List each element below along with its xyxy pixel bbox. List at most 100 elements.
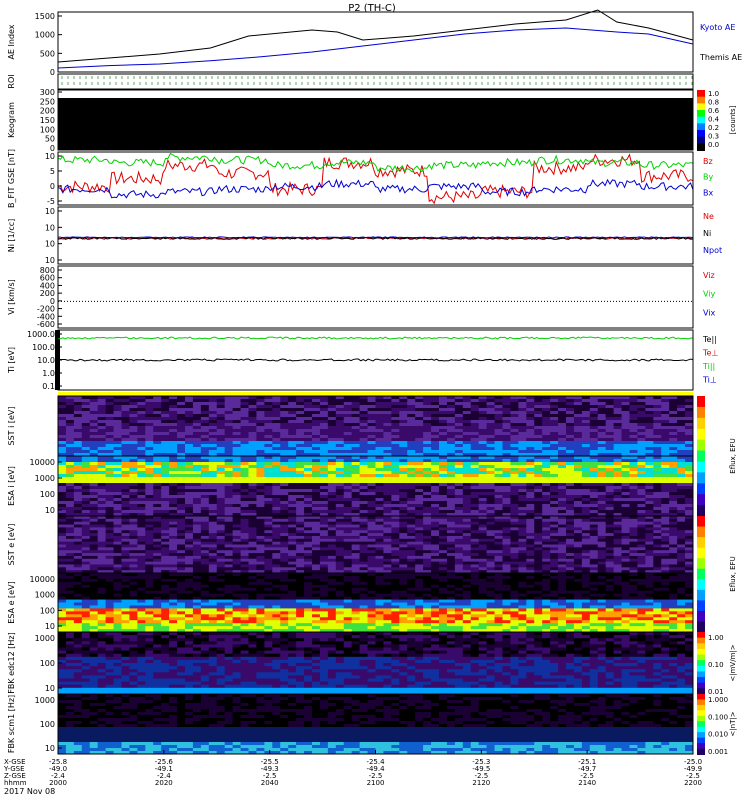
sst_e-cell — [161, 547, 170, 551]
esa_i-cell — [89, 504, 99, 508]
sst_e-cell — [407, 527, 416, 531]
sst_e-cell — [375, 567, 384, 571]
sst_i-cell — [327, 426, 337, 430]
sst_i-cell — [343, 429, 353, 433]
sst_e-cell — [343, 561, 353, 565]
esa_i-cell — [359, 474, 369, 478]
sst_i-cell — [73, 438, 83, 442]
sst_e-cell — [581, 538, 591, 543]
sst_i-cell — [367, 423, 376, 427]
esa_i-cell — [399, 510, 408, 514]
sst_e-cell — [470, 550, 480, 554]
esa_i-cell — [542, 486, 551, 490]
esa_i-cell — [351, 483, 361, 487]
sst_i-cell — [312, 402, 321, 406]
sst_e-cell — [391, 558, 400, 563]
sst_e-cell — [177, 518, 186, 523]
sst_e-cell — [462, 561, 472, 565]
sst_i-cell — [685, 405, 694, 409]
sst_i-cell — [542, 396, 551, 400]
sst_i-cell — [73, 411, 83, 415]
esa_i-cell — [312, 498, 321, 502]
sst_e-cell — [589, 558, 599, 563]
sst_i-cell — [121, 405, 130, 409]
esa_i-cell — [312, 459, 321, 463]
sst_i-cell — [605, 444, 615, 448]
sst_i-cell — [391, 432, 400, 436]
sst_i-cell — [208, 396, 218, 400]
sst_i-cell — [534, 426, 543, 430]
sst_i-cell — [542, 447, 551, 451]
sst_e-cell — [177, 527, 186, 531]
esa_i-cell — [597, 492, 607, 496]
sst_e-cell — [486, 567, 496, 571]
sst_e-cell — [296, 524, 305, 528]
esa_i-cell — [581, 510, 591, 514]
esa_i-cell — [685, 471, 694, 475]
sst_e-cell — [518, 561, 527, 565]
esa_i-cell — [399, 495, 408, 499]
ae-bg — [58, 12, 693, 72]
esa_i-cell — [121, 459, 130, 463]
sst_i-cell — [81, 396, 91, 400]
sst_i-cell — [629, 441, 638, 445]
esa_i-cell — [661, 507, 670, 511]
esa_i-cell — [113, 465, 122, 469]
sst_i-cell — [343, 450, 353, 454]
sst_i-cell — [470, 444, 480, 448]
esa_i-cell — [661, 489, 670, 493]
sst_e-cell — [89, 516, 99, 520]
sst_e-cell — [264, 530, 273, 534]
sst_i-cell — [486, 435, 496, 439]
sst_e-cell — [510, 535, 519, 540]
esa_i-cell — [304, 456, 313, 460]
sst_e-cell — [73, 521, 83, 526]
esa_i-cell — [550, 504, 559, 508]
sst_e-cell — [335, 533, 345, 537]
sst_i-cell — [446, 426, 456, 430]
sst_i-cell — [550, 402, 559, 406]
keogram-ytick: 250 — [40, 97, 55, 106]
sst_i-cell — [486, 447, 496, 451]
sst_i-cell — [597, 399, 607, 403]
esa_i-cell — [613, 489, 623, 493]
sst_e-cell — [280, 527, 289, 531]
esa_i-cell — [343, 471, 353, 475]
sst_e-cell — [280, 518, 289, 523]
sst_i-cell — [153, 432, 162, 436]
esa_i-cell — [518, 510, 527, 514]
sst_i-cell — [200, 411, 210, 415]
sst_i-cell — [566, 399, 575, 403]
esa_i-cell — [169, 504, 178, 508]
sst_i-cell — [272, 450, 281, 454]
sst_e-cell — [192, 521, 202, 526]
esa_i-cell — [677, 510, 686, 514]
sst_e-cell — [105, 558, 115, 563]
esa_i-cell — [613, 495, 623, 499]
sst_e-cell — [177, 555, 186, 560]
sst_i-cell — [113, 420, 122, 424]
sst_i-cell — [351, 423, 361, 427]
esa_i-cell — [105, 489, 115, 493]
sst_i-cell — [264, 408, 273, 412]
sst_i-cell — [558, 450, 567, 454]
sst_i-cell — [669, 447, 678, 451]
esa_i-cell — [677, 468, 686, 472]
esa_i-cell — [486, 492, 496, 496]
sst_i-cell — [224, 405, 234, 409]
sst_e-cell — [367, 553, 376, 557]
esa_i-cell — [478, 474, 488, 478]
esa_i-cell — [470, 474, 480, 478]
sst_i-cell — [629, 432, 638, 436]
sst_i-cell — [335, 396, 345, 400]
esa_i-cell — [153, 477, 162, 481]
sst_i-cell — [129, 408, 138, 412]
sst_i-cell — [312, 417, 321, 421]
sst_e-cell — [613, 518, 623, 523]
sst_e-cell — [534, 555, 543, 560]
esa_i-cell — [486, 486, 496, 490]
sst_i-cell — [335, 420, 345, 424]
esa_i-cell — [161, 489, 170, 493]
sst_i-cell — [192, 417, 202, 421]
sst_i-cell — [256, 432, 265, 436]
